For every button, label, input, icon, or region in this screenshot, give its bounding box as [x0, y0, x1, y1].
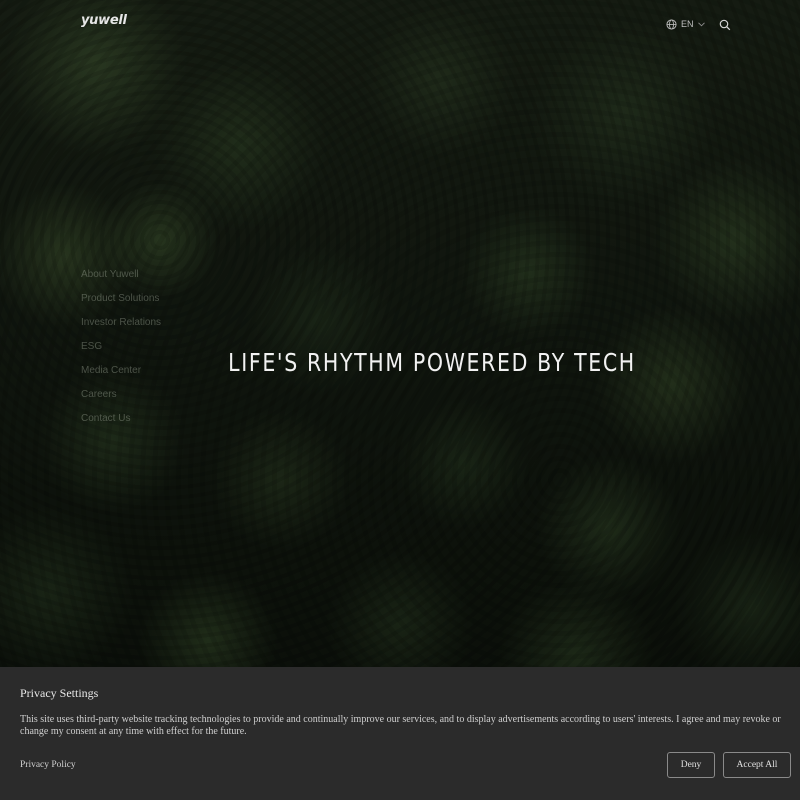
nav-item-contact-us[interactable]: Contact Us — [81, 412, 161, 436]
globe-icon — [666, 18, 677, 30]
deny-button[interactable]: Deny — [667, 752, 715, 778]
nav-item-product-solutions[interactable]: Product Solutions — [81, 292, 161, 316]
nav-item-about-yuwell[interactable]: About Yuwell — [81, 268, 161, 292]
nav-item-investor-relations[interactable]: Investor Relations — [81, 316, 161, 340]
hero-tagline: LIFE'S RHYTHM POWERED BY TECH — [228, 348, 636, 377]
nav-item-careers[interactable]: Careers — [81, 388, 161, 412]
privacy-title: Privacy Settings — [20, 686, 99, 700]
accept-all-button[interactable]: Accept All — [723, 752, 791, 778]
page: yuwell EN About Yuwell Product Solutions… — [0, 0, 800, 800]
search-icon[interactable] — [719, 18, 731, 31]
privacy-banner: Privacy Settings This site uses third-pa… — [0, 667, 800, 800]
chevron-down-icon — [697, 21, 705, 27]
privacy-description: This site uses third-party website track… — [20, 714, 781, 737]
yuwell-logo[interactable]: yuwell — [81, 13, 127, 28]
privacy-policy-link[interactable]: Privacy Policy — [20, 760, 76, 770]
language-label: EN — [681, 19, 694, 29]
language-selector[interactable]: EN — [666, 18, 705, 30]
